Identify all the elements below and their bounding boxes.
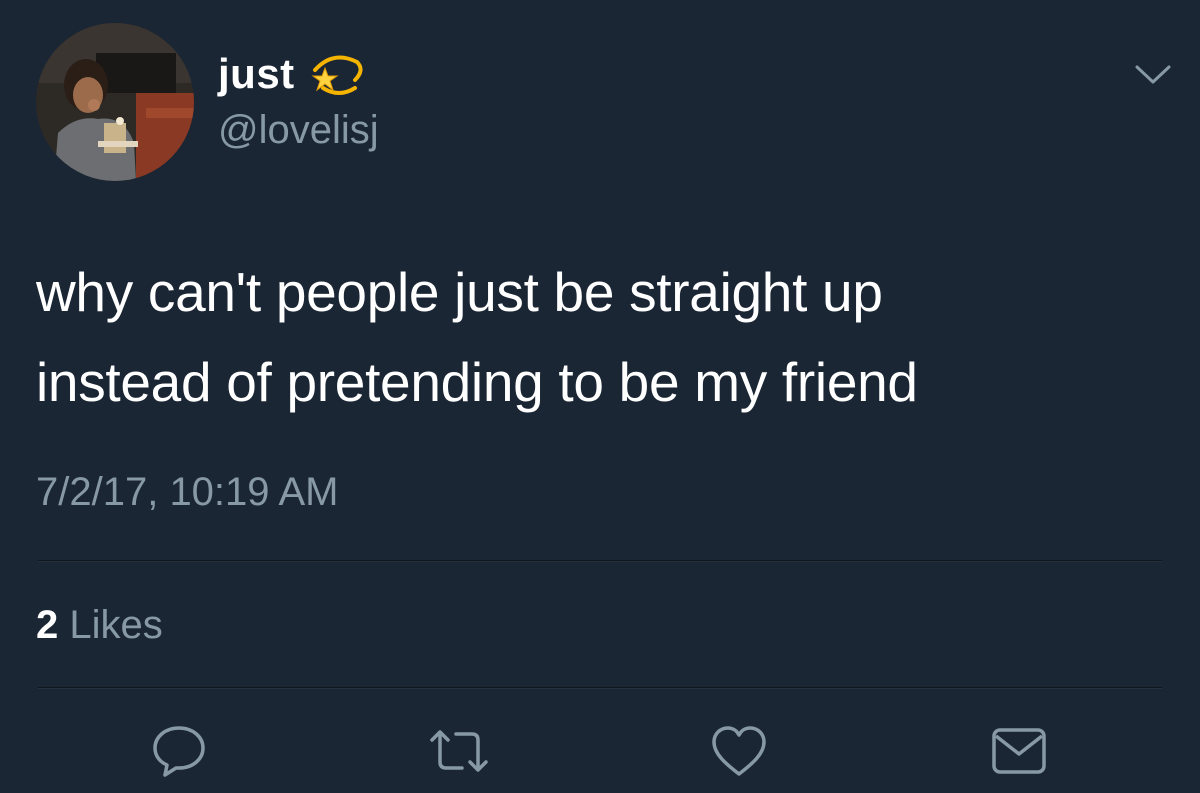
- likes-label: Likes: [69, 603, 163, 647]
- divider: [38, 687, 1162, 688]
- likes-stat[interactable]: 2 Likes: [36, 603, 163, 648]
- display-name-text: just: [218, 50, 295, 97]
- like-heart-icon[interactable]: [708, 722, 770, 780]
- tweet-card: just @lovelisj why can't people just be …: [0, 0, 1200, 793]
- tweet-text-line: instead of pretending to be my friend: [36, 351, 918, 413]
- avatar[interactable]: [36, 23, 194, 181]
- dizzy-star-emoji-icon: [309, 48, 365, 100]
- tweet-text-line: why can't people just be straight up: [36, 261, 883, 323]
- likes-count: 2: [36, 603, 59, 647]
- more-options-chevron-down-icon[interactable]: [1134, 62, 1172, 88]
- divider: [38, 560, 1162, 561]
- tweet-text: why can't people just be straight up ins…: [36, 247, 1156, 427]
- author-display-name[interactable]: just: [218, 48, 365, 100]
- avatar-photo: [36, 23, 194, 181]
- author-handle[interactable]: @lovelisj: [218, 108, 379, 153]
- tweet-timestamp[interactable]: 7/2/17, 10:19 AM: [36, 470, 338, 515]
- retweet-icon[interactable]: [428, 722, 490, 780]
- message-envelope-icon[interactable]: [988, 722, 1050, 780]
- reply-icon[interactable]: [148, 722, 210, 780]
